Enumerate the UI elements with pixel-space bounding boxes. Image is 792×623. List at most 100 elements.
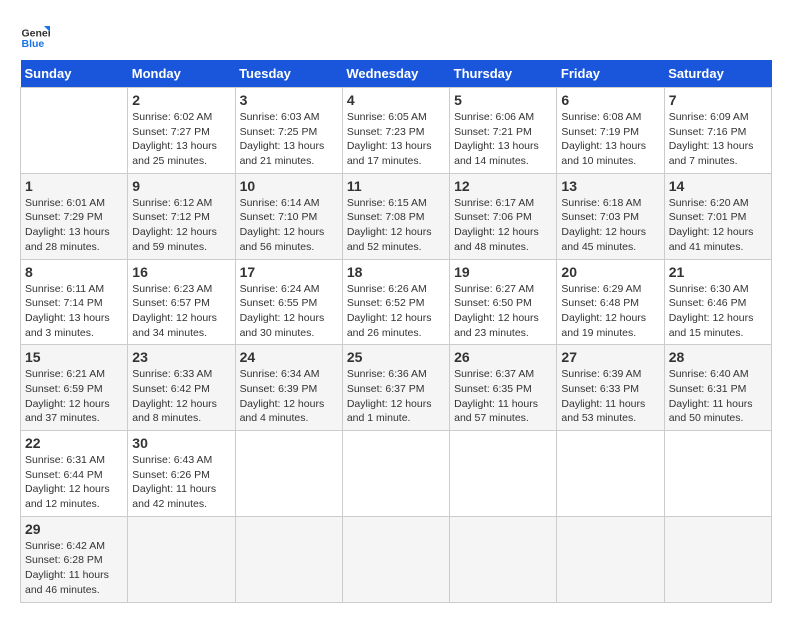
header-wednesday: Wednesday xyxy=(342,60,449,88)
day-info: Sunrise: 6:29 AM Sunset: 6:48 PM Dayligh… xyxy=(561,282,659,341)
day-cell xyxy=(21,88,128,174)
day-info: Sunrise: 6:15 AM Sunset: 7:08 PM Dayligh… xyxy=(347,196,445,255)
day-info: Sunrise: 6:17 AM Sunset: 7:06 PM Dayligh… xyxy=(454,196,552,255)
week-row-3: 15Sunrise: 6:21 AM Sunset: 6:59 PM Dayli… xyxy=(21,345,772,431)
week-row-2: 8Sunrise: 6:11 AM Sunset: 7:14 PM Daylig… xyxy=(21,259,772,345)
day-cell: 1Sunrise: 6:01 AM Sunset: 7:29 PM Daylig… xyxy=(21,173,128,259)
day-info: Sunrise: 6:26 AM Sunset: 6:52 PM Dayligh… xyxy=(347,282,445,341)
day-info: Sunrise: 6:12 AM Sunset: 7:12 PM Dayligh… xyxy=(132,196,230,255)
header-row: SundayMondayTuesdayWednesdayThursdayFrid… xyxy=(21,60,772,88)
header-saturday: Saturday xyxy=(664,60,771,88)
page-header: General Blue xyxy=(20,20,772,50)
calendar-table: SundayMondayTuesdayWednesdayThursdayFrid… xyxy=(20,60,772,603)
day-info: Sunrise: 6:03 AM Sunset: 7:25 PM Dayligh… xyxy=(240,110,338,169)
day-info: Sunrise: 6:14 AM Sunset: 7:10 PM Dayligh… xyxy=(240,196,338,255)
day-cell: 15Sunrise: 6:21 AM Sunset: 6:59 PM Dayli… xyxy=(21,345,128,431)
day-number: 24 xyxy=(240,349,338,365)
day-cell: 13 Sunrise: 6:18 AM Sunset: 7:03 PM Dayli… xyxy=(557,173,664,259)
day-number: 9 xyxy=(132,178,230,194)
day-number: 3 xyxy=(240,92,338,108)
day-cell xyxy=(235,431,342,517)
day-cell xyxy=(664,516,771,602)
day-cell: 27Sunrise: 6:39 AM Sunset: 6:33 PM Dayli… xyxy=(557,345,664,431)
header-monday: Monday xyxy=(128,60,235,88)
header-thursday: Thursday xyxy=(450,60,557,88)
day-cell: 6Sunrise: 6:08 AM Sunset: 7:19 PM Daylig… xyxy=(557,88,664,174)
week-row-4: 22 Sunrise: 6:31 AM Sunset: 6:44 PM Dayli… xyxy=(21,431,772,517)
day-cell: 11 Sunrise: 6:15 AM Sunset: 7:08 PM Dayli… xyxy=(342,173,449,259)
day-cell: 5Sunrise: 6:06 AM Sunset: 7:21 PM Daylig… xyxy=(450,88,557,174)
day-number: 2 xyxy=(132,92,230,108)
day-info: Sunrise: 6:24 AM Sunset: 6:55 PM Dayligh… xyxy=(240,282,338,341)
day-cell: 9 Sunrise: 6:12 AM Sunset: 7:12 PM Daylig… xyxy=(128,173,235,259)
day-cell xyxy=(557,431,664,517)
day-info: Sunrise: 6:43 AM Sunset: 6:26 PM Dayligh… xyxy=(132,453,230,512)
day-cell xyxy=(235,516,342,602)
day-number: 10 xyxy=(240,178,338,194)
day-info: Sunrise: 6:33 AM Sunset: 6:42 PM Dayligh… xyxy=(132,367,230,426)
day-number: 21 xyxy=(669,264,767,280)
day-info: Sunrise: 6:30 AM Sunset: 6:46 PM Dayligh… xyxy=(669,282,767,341)
day-number: 23 xyxy=(132,349,230,365)
day-cell: 7 Sunrise: 6:09 AM Sunset: 7:16 PM Daylig… xyxy=(664,88,771,174)
day-cell: 20Sunrise: 6:29 AM Sunset: 6:48 PM Dayli… xyxy=(557,259,664,345)
day-cell: 26Sunrise: 6:37 AM Sunset: 6:35 PM Dayli… xyxy=(450,345,557,431)
logo: General Blue xyxy=(20,20,54,50)
day-cell: 2 Sunrise: 6:02 AM Sunset: 7:27 PM Daylig… xyxy=(128,88,235,174)
day-number: 17 xyxy=(240,264,338,280)
day-info: Sunrise: 6:31 AM Sunset: 6:44 PM Dayligh… xyxy=(25,453,123,512)
header-tuesday: Tuesday xyxy=(235,60,342,88)
day-number: 29 xyxy=(25,521,123,537)
day-number: 5 xyxy=(454,92,552,108)
day-number: 4 xyxy=(347,92,445,108)
day-number: 13 xyxy=(561,178,659,194)
day-info: Sunrise: 6:09 AM Sunset: 7:16 PM Dayligh… xyxy=(669,110,767,169)
day-info: Sunrise: 6:36 AM Sunset: 6:37 PM Dayligh… xyxy=(347,367,445,426)
day-number: 16 xyxy=(132,264,230,280)
day-number: 7 xyxy=(669,92,767,108)
day-info: Sunrise: 6:02 AM Sunset: 7:27 PM Dayligh… xyxy=(132,110,230,169)
day-cell xyxy=(342,516,449,602)
day-info: Sunrise: 6:11 AM Sunset: 7:14 PM Dayligh… xyxy=(25,282,123,341)
day-cell: 8Sunrise: 6:11 AM Sunset: 7:14 PM Daylig… xyxy=(21,259,128,345)
day-cell: 21 Sunrise: 6:30 AM Sunset: 6:46 PM Dayli… xyxy=(664,259,771,345)
week-row-1: 1Sunrise: 6:01 AM Sunset: 7:29 PM Daylig… xyxy=(21,173,772,259)
day-cell: 16 Sunrise: 6:23 AM Sunset: 6:57 PM Dayli… xyxy=(128,259,235,345)
day-number: 11 xyxy=(347,178,445,194)
day-cell xyxy=(342,431,449,517)
day-cell: 12 Sunrise: 6:17 AM Sunset: 7:06 PM Dayli… xyxy=(450,173,557,259)
week-row-0: 2 Sunrise: 6:02 AM Sunset: 7:27 PM Daylig… xyxy=(21,88,772,174)
day-number: 19 xyxy=(454,264,552,280)
day-cell: 29Sunrise: 6:42 AM Sunset: 6:28 PM Dayli… xyxy=(21,516,128,602)
day-number: 1 xyxy=(25,178,123,194)
day-cell: 17 Sunrise: 6:24 AM Sunset: 6:55 PM Dayli… xyxy=(235,259,342,345)
day-number: 30 xyxy=(132,435,230,451)
logo-icon: General Blue xyxy=(20,20,50,50)
day-info: Sunrise: 6:27 AM Sunset: 6:50 PM Dayligh… xyxy=(454,282,552,341)
day-number: 28 xyxy=(669,349,767,365)
day-info: Sunrise: 6:18 AM Sunset: 7:03 PM Dayligh… xyxy=(561,196,659,255)
day-cell: 28 Sunrise: 6:40 AM Sunset: 6:31 PM Dayli… xyxy=(664,345,771,431)
day-number: 14 xyxy=(669,178,767,194)
day-info: Sunrise: 6:40 AM Sunset: 6:31 PM Dayligh… xyxy=(669,367,767,426)
day-number: 22 xyxy=(25,435,123,451)
day-info: Sunrise: 6:23 AM Sunset: 6:57 PM Dayligh… xyxy=(132,282,230,341)
day-number: 25 xyxy=(347,349,445,365)
day-cell: 14Sunrise: 6:20 AM Sunset: 7:01 PM Dayli… xyxy=(664,173,771,259)
day-cell xyxy=(128,516,235,602)
day-cell: 3 Sunrise: 6:03 AM Sunset: 7:25 PM Daylig… xyxy=(235,88,342,174)
day-cell xyxy=(450,431,557,517)
day-number: 27 xyxy=(561,349,659,365)
day-number: 15 xyxy=(25,349,123,365)
header-friday: Friday xyxy=(557,60,664,88)
day-cell: 30 Sunrise: 6:43 AM Sunset: 6:26 PM Dayli… xyxy=(128,431,235,517)
day-cell xyxy=(557,516,664,602)
day-number: 12 xyxy=(454,178,552,194)
day-cell: 22 Sunrise: 6:31 AM Sunset: 6:44 PM Dayli… xyxy=(21,431,128,517)
day-cell: 24 Sunrise: 6:34 AM Sunset: 6:39 PM Dayli… xyxy=(235,345,342,431)
week-row-5: 29Sunrise: 6:42 AM Sunset: 6:28 PM Dayli… xyxy=(21,516,772,602)
day-info: Sunrise: 6:37 AM Sunset: 6:35 PM Dayligh… xyxy=(454,367,552,426)
day-info: Sunrise: 6:08 AM Sunset: 7:19 PM Dayligh… xyxy=(561,110,659,169)
day-number: 18 xyxy=(347,264,445,280)
day-info: Sunrise: 6:34 AM Sunset: 6:39 PM Dayligh… xyxy=(240,367,338,426)
